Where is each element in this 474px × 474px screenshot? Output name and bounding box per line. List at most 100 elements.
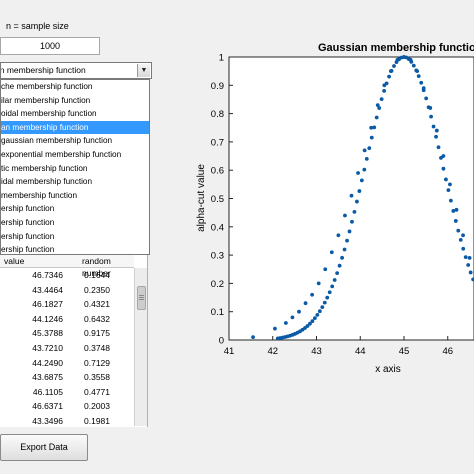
- data-point: [310, 319, 315, 323]
- random-number-cell: 0.1981: [84, 415, 110, 426]
- data-point: [315, 312, 320, 317]
- data-point: [374, 115, 379, 120]
- dropdown-option[interactable]: exponential membership function: [1, 148, 149, 162]
- data-point: [421, 86, 426, 91]
- random-number-cell: 0.4771: [84, 386, 110, 397]
- random-number-cell: 0.6432: [84, 313, 110, 324]
- random-number-cell: 0.7129: [84, 357, 110, 368]
- dropdown-option[interactable]: che membership function: [1, 80, 149, 94]
- data-point: [382, 83, 387, 88]
- x-tick-label: 41: [224, 346, 235, 357]
- dropdown-option[interactable]: oidal membership function: [1, 107, 149, 121]
- table-row[interactable]: 43.7210 0.3748: [0, 341, 134, 356]
- data-point: [290, 315, 295, 320]
- data-point: [322, 300, 327, 305]
- y-tick-label: 1: [219, 53, 224, 64]
- data-point: [466, 263, 471, 267]
- data-point: [251, 335, 255, 340]
- table-row[interactable]: 44.1246 0.6432: [0, 312, 134, 327]
- data-point: [320, 305, 325, 310]
- y-tick-label: 0.5: [211, 194, 224, 205]
- data-point: [436, 145, 441, 150]
- data-point: [395, 57, 400, 62]
- data-point: [434, 134, 438, 139]
- dropdown-option[interactable]: ilar membership function: [1, 94, 149, 108]
- data-point: [283, 321, 288, 325]
- data-point: [364, 156, 369, 161]
- table-body: 46.7346 0.1644 43.4464 0.2350 46.1827 0.432…: [0, 268, 134, 427]
- sample-size-input[interactable]: 1000: [0, 37, 100, 55]
- table-row[interactable]: 44.2490 0.7129: [0, 356, 134, 371]
- data-table[interactable]: value random number 46.7346 0.1644 43.446…: [0, 255, 148, 427]
- data-point: [419, 80, 424, 85]
- membership-function-dropdown-list[interactable]: che membership function ilar membership …: [0, 79, 150, 255]
- data-point: [352, 209, 357, 214]
- data-point: [350, 219, 354, 224]
- dropdown-option-selected[interactable]: an membership function: [1, 120, 149, 135]
- y-tick-label: 0.2: [211, 279, 224, 290]
- dropdown-option[interactable]: ership function: [1, 243, 149, 254]
- x-tick-label: 45: [399, 346, 410, 357]
- data-point: [402, 55, 406, 59]
- data-point: [453, 219, 458, 223]
- random-number-cell: 0.3558: [84, 372, 110, 383]
- x-tick-label: 44: [355, 346, 366, 357]
- table-row[interactable]: 46.6371 0.2003: [0, 399, 134, 414]
- data-point: [461, 233, 465, 238]
- table-row[interactable]: 45.3788 0.9175: [0, 326, 134, 341]
- y-tick-label: 0.1: [211, 307, 224, 318]
- plot-area: [228, 56, 474, 341]
- membership-function-select[interactable]: an membership function ▼: [0, 62, 152, 79]
- x-tick-label: 42: [267, 346, 278, 357]
- table-row[interactable]: 46.1827 0.4321: [0, 297, 134, 312]
- data-point: [375, 103, 380, 108]
- table-scrollbar[interactable]: [134, 268, 147, 426]
- data-point: [362, 167, 367, 172]
- value-cell: 46.1105: [32, 386, 63, 397]
- data-point: [448, 182, 452, 187]
- data-point: [369, 135, 374, 140]
- dropdown-option[interactable]: membership function: [1, 189, 149, 203]
- data-point: [467, 256, 472, 260]
- dropdown-arrow-icon[interactable]: ▼: [137, 64, 150, 77]
- data-point: [356, 171, 360, 175]
- x-axis-label: x axis: [375, 364, 401, 375]
- data-point: [448, 198, 453, 203]
- value-cell: 45.3788: [32, 328, 63, 339]
- scrollbar-thumb[interactable]: [137, 286, 146, 310]
- data-point: [434, 128, 439, 133]
- table-row[interactable]: 43.4464 0.2350: [0, 283, 134, 298]
- data-point: [454, 207, 459, 212]
- random-number-cell: 0.9175: [84, 328, 110, 339]
- dropdown-option[interactable]: ership function: [1, 230, 149, 244]
- data-point: [316, 281, 321, 286]
- y-tick-label: 0.3: [211, 251, 224, 262]
- dropdown-option[interactable]: ership function: [1, 216, 149, 230]
- data-point: [303, 301, 308, 306]
- table-header: value random number: [0, 255, 134, 278]
- value-cell: 46.1827: [32, 299, 63, 310]
- table-row[interactable]: 46.1105 0.4771: [0, 385, 134, 400]
- dropdown-option[interactable]: idal membership function: [1, 175, 149, 189]
- export-data-button[interactable]: Export Data: [0, 434, 88, 461]
- random-number-cell: 0.3748: [84, 342, 110, 353]
- dropdown-option[interactable]: tic membership function: [1, 162, 149, 176]
- table-row[interactable]: 46.7346 0.1644: [0, 268, 134, 283]
- y-tick-label: 0.7: [211, 137, 224, 148]
- selected-function-text: an membership function: [0, 65, 86, 75]
- table-row[interactable]: 43.6875 0.3558: [0, 370, 134, 385]
- table-row[interactable]: 43.3496 0.1981: [0, 414, 134, 427]
- data-point: [388, 69, 393, 74]
- data-point: [446, 188, 451, 193]
- data-point: [337, 263, 342, 268]
- data-point: [323, 267, 328, 272]
- chart-title: Gaussian membership functio: [318, 42, 474, 54]
- dropdown-option[interactable]: ership function: [1, 202, 149, 216]
- data-point: [357, 189, 362, 193]
- data-point: [317, 309, 322, 314]
- dropdown-option[interactable]: gaussian membership function: [1, 134, 149, 148]
- column-header-value[interactable]: value: [4, 255, 24, 267]
- random-number-cell: 0.2350: [84, 284, 110, 295]
- x-tick-label: 46: [442, 346, 453, 357]
- data-point: [379, 97, 384, 102]
